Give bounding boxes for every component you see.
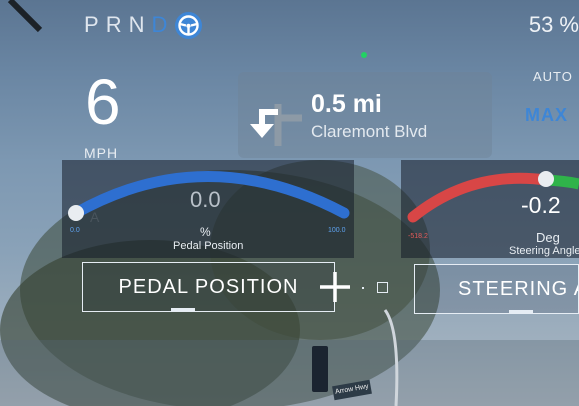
page-square-indicator[interactable] [377, 282, 388, 293]
turn-left-arrow-icon [250, 104, 302, 146]
gear-n: N [128, 12, 152, 37]
status-indicator-dot [361, 52, 367, 58]
gear-selector: PRND [84, 12, 174, 38]
pedal-max: 100.0 [328, 227, 346, 234]
pedal-min: 0.0 [70, 227, 80, 234]
steering-angle-button[interactable]: STEERING ANGLE [414, 264, 579, 314]
gear-r: R [105, 12, 129, 37]
svg-text:A: A [90, 209, 100, 225]
steering-angle-indicator [509, 310, 533, 313]
traffic-signal [312, 346, 328, 392]
steering-min: -518.2 [408, 233, 428, 240]
pedal-label: Pedal Position [173, 240, 244, 252]
pedal-position-indicator [171, 308, 195, 311]
nav-street-name: Claremont Blvd [311, 122, 428, 141]
pedal-value: 0.0 [190, 187, 221, 212]
headlight-beam[interactable]: MAX [525, 105, 568, 126]
headlight-mode[interactable]: AUTO [533, 69, 573, 84]
pedal-position-button-label: PEDAL POSITION [118, 275, 299, 298]
steering-angle-button-label: STEERING ANGLE [458, 277, 578, 300]
steering-label: Steering Angle [509, 245, 579, 257]
battery-percent: 53 % [528, 12, 579, 37]
gear-p: P [84, 12, 106, 37]
page-dot [362, 287, 364, 289]
steering-value: -0.2 [521, 192, 561, 218]
pedal-position-button[interactable]: PEDAL POSITION [82, 262, 335, 312]
add-gauge-icon[interactable] [318, 270, 352, 304]
steering-wheel-icon [175, 12, 202, 39]
speed-value: 6 [85, 66, 121, 138]
pedal-unit: % [200, 225, 211, 239]
steering-unit: Deg [536, 230, 560, 245]
speed-unit: MPH [84, 145, 119, 161]
gear-d: D [151, 12, 175, 37]
nav-distance: 0.5 mi [311, 90, 382, 118]
